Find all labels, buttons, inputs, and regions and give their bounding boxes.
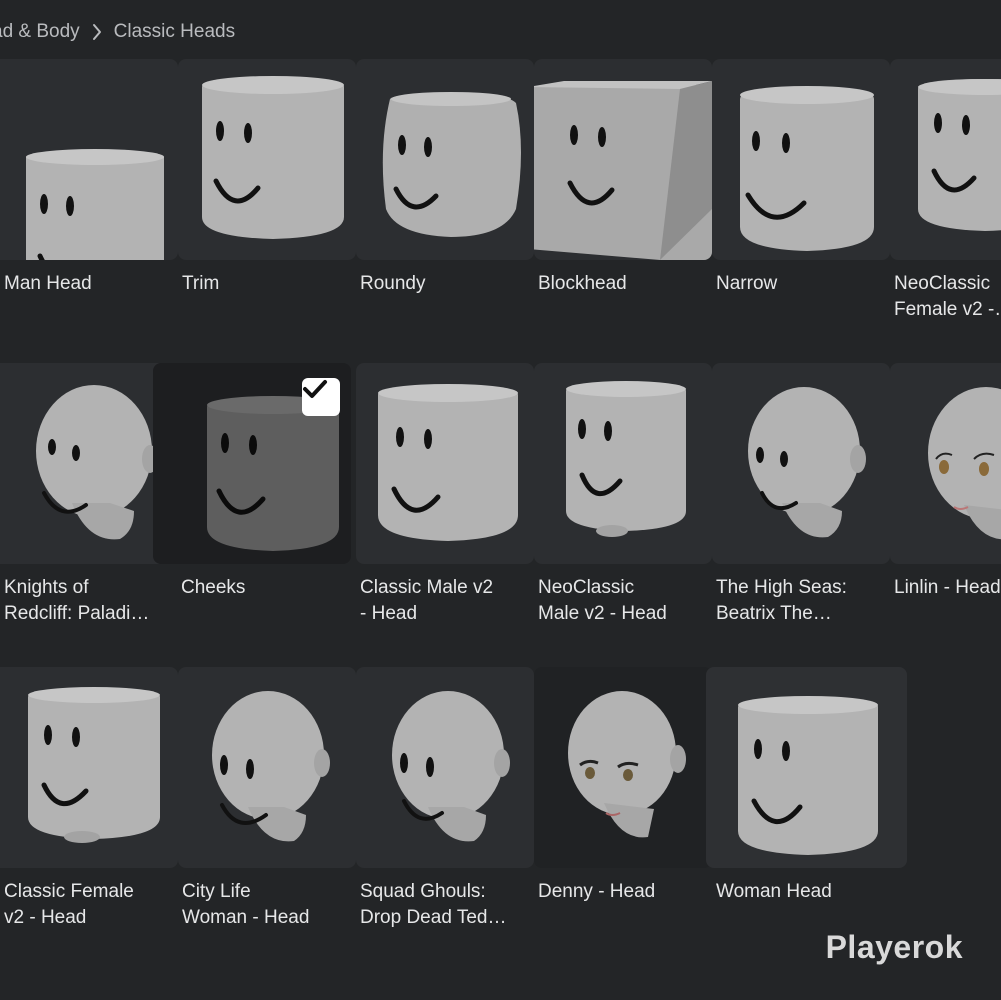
classic-head-icon <box>28 687 160 843</box>
item-label: Narrow <box>716 273 778 294</box>
item-tile[interactable]: Woman Head <box>706 667 907 905</box>
item-label: Blockhead <box>538 273 627 294</box>
classic-head-icon <box>738 696 878 855</box>
item-thumbnail <box>712 59 890 260</box>
block-head-icon <box>534 81 712 260</box>
item-thumbnail <box>178 667 356 868</box>
realistic-head-icon <box>392 691 510 842</box>
item-thumbnail <box>153 363 351 564</box>
item-label: Woman Head <box>716 881 832 902</box>
item-label: Linlin - Head <box>894 577 1001 598</box>
item-thumbnail <box>0 59 178 260</box>
item-thumbnail <box>534 59 712 260</box>
item-label: Trim <box>182 273 220 294</box>
item-tile[interactable]: Denny - Head <box>534 667 712 905</box>
item-tile[interactable]: Roundy <box>356 59 534 297</box>
item-tile[interactable]: Narrow <box>712 59 890 297</box>
item-tile[interactable]: Man Head <box>0 59 178 297</box>
item-thumbnail <box>356 363 534 564</box>
item-label: Knights of Redcliff: Paladi… <box>4 577 150 624</box>
item-label: Man Head <box>4 273 92 294</box>
checkmark-icon <box>303 380 327 398</box>
item-grid: Man Head Trim Roundy Blockhead Narrow Ne… <box>0 0 1001 1000</box>
item-thumbnail <box>712 363 890 564</box>
item-thumbnail <box>534 667 712 868</box>
item-tile[interactable]: Knights of Redcliff: Paladi… <box>0 363 178 627</box>
item-label: Classic Male v2 - Head <box>360 577 494 624</box>
classic-head-icon <box>918 79 1001 231</box>
item-tile[interactable]: City Life Woman - Head <box>178 667 356 931</box>
item-label: Roundy <box>360 273 426 294</box>
realistic-head-icon <box>748 387 866 538</box>
anime-head-icon <box>568 691 686 838</box>
item-label: Classic Female v2 - Head <box>4 881 134 928</box>
item-label: The High Seas: Beatrix The… <box>716 577 847 624</box>
round-head-icon <box>382 92 521 237</box>
item-thumbnail <box>0 363 178 564</box>
item-tile[interactable]: The High Seas: Beatrix The… <box>712 363 890 627</box>
item-tile[interactable]: NeoClassic Female v2 -… <box>890 59 1001 323</box>
item-tile[interactable]: Trim <box>178 59 356 297</box>
item-thumbnail <box>706 667 907 868</box>
item-tile-selected[interactable]: Cheeks <box>153 363 351 601</box>
item-tile[interactable]: Squad Ghouls: Drop Dead Ted… <box>356 667 534 931</box>
item-thumbnail <box>0 667 178 868</box>
item-tile[interactable]: NeoClassic Male v2 - Head <box>534 363 712 627</box>
classic-head-icon <box>26 149 164 260</box>
anime-head-icon <box>928 387 1001 540</box>
item-thumbnail <box>890 363 1001 564</box>
item-tile[interactable]: Linlin - Head <box>890 363 1001 601</box>
item-thumbnail <box>178 59 356 260</box>
item-label: Cheeks <box>181 577 246 598</box>
selected-checkbox[interactable] <box>302 378 340 416</box>
item-tile[interactable]: Blockhead <box>534 59 712 297</box>
classic-head-icon <box>378 384 518 541</box>
classic-head-icon <box>202 76 344 239</box>
item-label: NeoClassic Male v2 - Head <box>538 577 667 624</box>
realistic-head-icon <box>212 691 330 842</box>
item-tile[interactable]: Classic Male v2 - Head <box>356 363 534 627</box>
item-thumbnail <box>534 363 712 564</box>
item-thumbnail <box>356 59 534 260</box>
item-thumbnail <box>356 667 534 868</box>
realistic-head-icon <box>36 385 158 540</box>
classic-head-icon <box>566 381 686 537</box>
item-label: NeoClassic Female v2 -… <box>894 273 1001 320</box>
item-label: Squad Ghouls: Drop Dead Ted… <box>360 881 507 928</box>
item-tile[interactable]: Classic Female v2 - Head <box>0 667 178 931</box>
watermark: Playerok <box>825 929 963 965</box>
item-thumbnail <box>890 59 1001 260</box>
catalog-page: ad & Body Classic Heads Man Head Trim Ro… <box>0 0 1001 1000</box>
classic-head-icon <box>740 86 874 251</box>
item-label: Denny - Head <box>538 881 656 902</box>
item-label: City Life Woman - Head <box>182 881 310 928</box>
